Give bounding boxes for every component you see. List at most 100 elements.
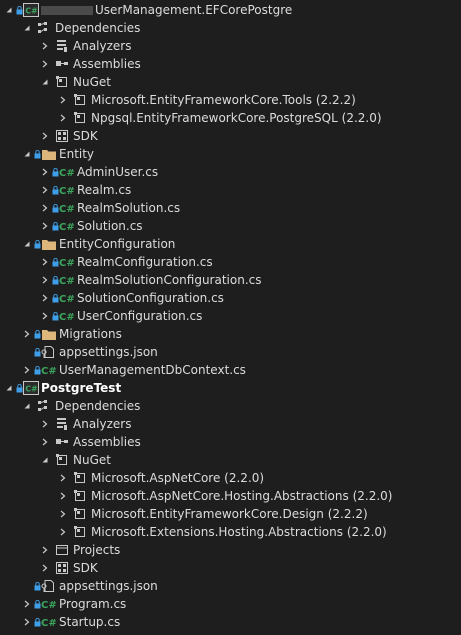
sdk-icon — [55, 127, 73, 145]
csharp-file-icon: C# — [59, 271, 77, 289]
chevron-right-icon[interactable] — [40, 181, 50, 199]
chevron-down-icon[interactable] — [40, 73, 50, 91]
node-label: Microsoft.AspNetCore.Hosting.Abstraction… — [91, 487, 393, 505]
assemblies-node[interactable]: Assemblies — [0, 433, 461, 451]
csharp-file-icon: C# — [59, 199, 77, 217]
node-label-text: Realm.cs — [77, 183, 132, 197]
chevron-right-icon[interactable] — [58, 91, 68, 109]
node-label-text: Microsoft.AspNetCore.Hosting.Abstraction… — [91, 489, 349, 503]
json-file-icon — [41, 343, 59, 361]
node-label: RealmSolutionConfiguration.cs — [77, 271, 262, 289]
package-icon — [73, 109, 91, 127]
node-label: Solution.cs — [77, 217, 143, 235]
nuget-node[interactable]: NuGet — [0, 451, 461, 469]
chevron-right-icon[interactable] — [40, 289, 50, 307]
package-node[interactable]: Microsoft.EntityFrameworkCore.Tools (2.2… — [0, 91, 461, 109]
nuget-node[interactable]: NuGet — [0, 73, 461, 91]
node-label-text: RealmSolution.cs — [77, 201, 181, 215]
folder-entity-configuration[interactable]: EntityConfiguration — [0, 235, 461, 253]
package-node[interactable]: Microsoft.AspNetCore.Hosting.Abstraction… — [0, 487, 461, 505]
chevron-right-icon[interactable] — [40, 271, 50, 289]
chevron-down-icon[interactable] — [22, 235, 32, 253]
analyzers-icon — [55, 415, 73, 433]
analyzers-icon — [55, 37, 73, 55]
svg-text:C#: C# — [59, 258, 75, 269]
project-row[interactable]: C# UserManagement.EFCorePostgre — [0, 1, 461, 19]
sdk-node[interactable]: SDK — [0, 127, 461, 145]
dependencies-node[interactable]: Dependencies — [0, 397, 461, 415]
chevron-right-icon[interactable] — [58, 505, 68, 523]
chevron-down-icon[interactable] — [22, 145, 32, 163]
chevron-right-icon[interactable] — [22, 325, 32, 343]
package-version: (2.2.0) — [346, 525, 387, 539]
node-label-text: appsettings.json — [59, 579, 158, 593]
node-label: SDK — [73, 559, 98, 577]
folder-migrations[interactable]: Migrations — [0, 325, 461, 343]
chevron-down-icon[interactable] — [22, 397, 32, 415]
analyzers-node[interactable]: Analyzers — [0, 415, 461, 433]
node-label: Dependencies — [55, 19, 140, 37]
nuget-icon — [55, 73, 73, 91]
package-node[interactable]: Microsoft.Extensions.Hosting.Abstraction… — [0, 523, 461, 541]
node-label-text: PostgreTest — [41, 381, 122, 395]
chevron-down-icon[interactable] — [4, 1, 14, 19]
chevron-right-icon[interactable] — [58, 469, 68, 487]
file-item[interactable]: appsettings.json — [0, 577, 461, 595]
chevron-right-icon[interactable] — [40, 433, 50, 451]
chevron-right-icon[interactable] — [58, 109, 68, 127]
node-label-text: RealmConfiguration.cs — [77, 255, 213, 269]
package-node[interactable]: Microsoft.AspNetCore (2.2.0) — [0, 469, 461, 487]
package-node[interactable]: Npgsql.EntityFrameworkCore.PostgreSQL (2… — [0, 109, 461, 127]
file-item[interactable]: C# UserConfiguration.cs — [0, 307, 461, 325]
file-item[interactable]: C# RealmConfiguration.cs — [0, 253, 461, 271]
file-item[interactable]: C# Startup.cs — [0, 613, 461, 631]
chevron-right-icon[interactable] — [40, 217, 50, 235]
node-label: NuGet — [73, 73, 111, 91]
file-item[interactable]: C# SolutionConfiguration.cs — [0, 289, 461, 307]
assemblies-node[interactable]: Assemblies — [0, 55, 461, 73]
node-label: Program.cs — [59, 595, 126, 613]
file-item[interactable]: appsettings.json — [0, 343, 461, 361]
file-item[interactable]: C# Solution.cs — [0, 217, 461, 235]
chevron-right-icon[interactable] — [22, 361, 32, 379]
projects-node[interactable]: Projects — [0, 541, 461, 559]
sdk-node[interactable]: SDK — [0, 559, 461, 577]
project-row[interactable]: C# PostgreTest — [0, 379, 461, 397]
chevron-right-icon[interactable] — [40, 307, 50, 325]
csharp-file-icon: C# — [59, 253, 77, 271]
chevron-right-icon[interactable] — [40, 127, 50, 145]
chevron-right-icon[interactable] — [40, 541, 50, 559]
analyzers-node[interactable]: Analyzers — [0, 37, 461, 55]
node-label-text: Analyzers — [73, 417, 132, 431]
node-label: Analyzers — [73, 37, 131, 55]
chevron-right-icon[interactable] — [40, 559, 50, 577]
chevron-right-icon[interactable] — [40, 253, 50, 271]
chevron-right-icon[interactable] — [40, 199, 50, 217]
file-item[interactable]: C# UserManagementDbContext.cs — [0, 361, 461, 379]
svg-text:C#: C# — [59, 312, 75, 323]
file-item[interactable]: C# Realm.cs — [0, 181, 461, 199]
file-item[interactable]: C# Program.cs — [0, 595, 461, 613]
chevron-down-icon[interactable] — [4, 379, 14, 397]
package-node[interactable]: Microsoft.EntityFrameworkCore.Design (2.… — [0, 505, 461, 523]
chevron-right-icon[interactable] — [22, 613, 32, 631]
file-item[interactable]: C# RealmSolutionConfiguration.cs — [0, 271, 461, 289]
chevron-right-icon[interactable] — [40, 37, 50, 55]
node-label: Entity — [59, 145, 94, 163]
chevron-right-icon[interactable] — [58, 523, 68, 541]
chevron-right-icon[interactable] — [22, 595, 32, 613]
node-label: Realm.cs — [77, 181, 131, 199]
file-item[interactable]: C# RealmSolution.cs — [0, 199, 461, 217]
chevron-down-icon[interactable] — [22, 19, 32, 37]
file-item[interactable]: C# AdminUser.cs — [0, 163, 461, 181]
chevron-right-icon[interactable] — [58, 487, 68, 505]
chevron-down-icon[interactable] — [40, 451, 50, 469]
chevron-right-icon[interactable] — [40, 415, 50, 433]
csharp-file-icon: C# — [59, 307, 77, 325]
folder-entity[interactable]: Entity — [0, 145, 461, 163]
assemblies-icon — [55, 433, 73, 451]
dependencies-node[interactable]: Dependencies — [0, 19, 461, 37]
chevron-right-icon[interactable] — [40, 55, 50, 73]
package-icon — [73, 487, 91, 505]
chevron-right-icon[interactable] — [40, 163, 50, 181]
